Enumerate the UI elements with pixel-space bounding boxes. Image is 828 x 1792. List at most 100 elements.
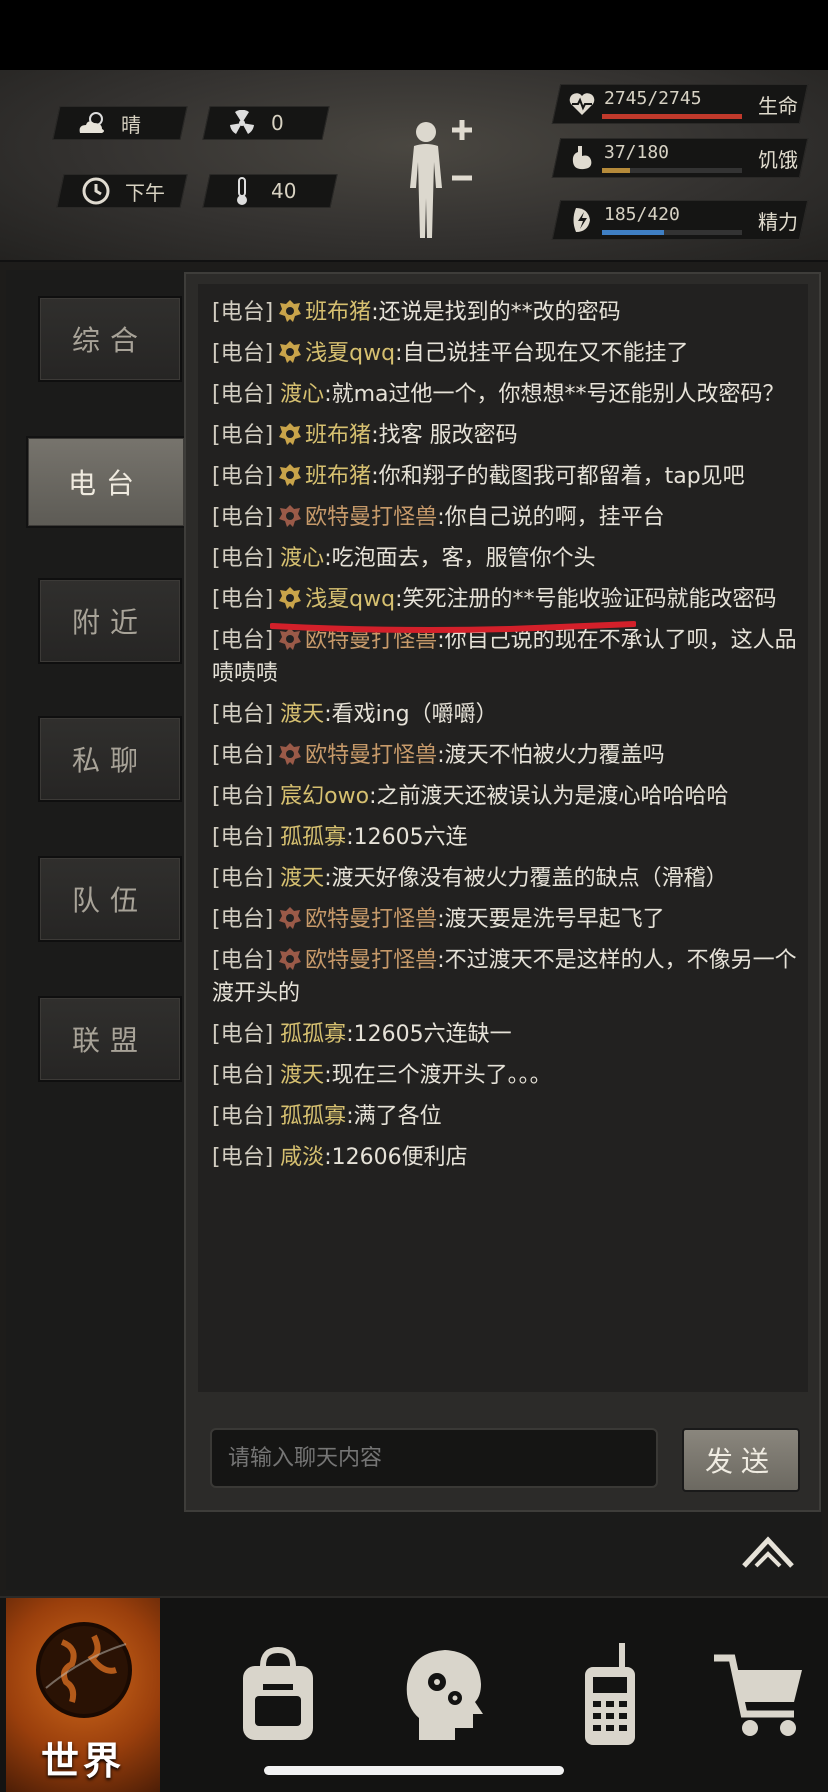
sender-name[interactable]: 咸淡 xyxy=(280,1145,324,1170)
tab-general[interactable]: 综合 xyxy=(38,296,182,382)
nav-backpack[interactable] xyxy=(198,1598,358,1792)
sender-name[interactable]: 孤孤寡 xyxy=(280,825,346,850)
sender-name[interactable]: 渡心 xyxy=(280,546,324,571)
energy-fill xyxy=(602,230,664,235)
chat-input-row xyxy=(210,1428,658,1488)
weather-chip: 晴 xyxy=(52,106,188,140)
backpack-icon xyxy=(233,1644,323,1748)
health-label: 生命 xyxy=(758,94,798,118)
chat-message: [电台] 班布猪:找客 服改密码 xyxy=(212,419,798,452)
sender-name[interactable]: 渡天 xyxy=(280,702,324,727)
nav-radio[interactable] xyxy=(530,1598,690,1792)
nav-shop[interactable] xyxy=(680,1598,828,1792)
channel-tag: [电台] xyxy=(212,743,274,768)
energy-bar: 185/420 精力 xyxy=(551,200,809,240)
skills-head-icon xyxy=(399,1644,489,1748)
gold-rank-badge-icon xyxy=(277,298,303,324)
energy-label: 精力 xyxy=(758,210,798,234)
gold-rank-badge-icon xyxy=(277,585,303,611)
bottom-nav: 世界 xyxy=(0,1596,828,1792)
weather-label: 晴 xyxy=(121,112,141,137)
cart-icon xyxy=(710,1644,810,1748)
message-text: :满了各位 xyxy=(346,1104,442,1129)
hunger-value: 37/180 xyxy=(604,142,670,163)
red-rank-badge-icon xyxy=(277,946,303,972)
energy-bolt-icon xyxy=(573,208,590,232)
message-text: :之前渡天还被误认为是渡心哈哈哈哈 xyxy=(369,784,729,809)
home-indicator[interactable] xyxy=(264,1766,564,1775)
channel-tag: [电台] xyxy=(212,948,274,973)
hunger-bar: 37/180 饥饿 xyxy=(551,138,809,178)
chat-message: [电台] 咸淡:12606便利店 xyxy=(212,1141,798,1174)
sender-name[interactable]: 渡天 xyxy=(280,1063,324,1088)
gold-rank-badge-icon xyxy=(277,462,303,488)
sender-name[interactable]: 浅夏qwq xyxy=(305,341,395,366)
message-text: :12605六连 xyxy=(346,825,468,850)
nav-world[interactable]: 世界 xyxy=(6,1598,160,1792)
red-rank-badge-icon xyxy=(277,905,303,931)
red-rank-badge-icon xyxy=(277,503,303,529)
chat-message: [电台] 渡心:就ma过他一个，你想想**号还能别人改密码？ xyxy=(212,378,798,411)
message-list[interactable]: [电台] 班布猪:还说是找到的**改的密码 [电台] 浅夏qwq:自己说挂平台现在又不… xyxy=(198,284,808,1392)
channel-tag: [电台] xyxy=(212,1022,274,1047)
sender-name[interactable]: 欧特曼打怪兽 xyxy=(305,948,437,973)
message-text: :笑死注册的**号能收验证码就能改密码 xyxy=(395,587,777,612)
message-text: :渡天好像没有被火力覆盖的缺点（滑稽） xyxy=(324,866,728,891)
sender-name[interactable]: 欧特曼打怪兽 xyxy=(305,907,437,932)
chat-message: [电台] 浅夏qwq:自己说挂平台现在又不能挂了 xyxy=(212,337,798,370)
red-underline-annotation xyxy=(270,621,636,633)
message-text: :渡天要是洗号早起飞了 xyxy=(437,907,665,932)
gold-rank-badge-icon xyxy=(277,339,303,365)
message-text: :吃泡面去，客，服管你个头 xyxy=(324,546,596,571)
collapse-up-icon[interactable] xyxy=(740,1534,796,1570)
chat-message: [电台] 渡心:吃泡面去，客，服管你个头 xyxy=(212,542,798,575)
message-text: :12605六连缺一 xyxy=(346,1022,512,1047)
globe-icon xyxy=(32,1618,136,1726)
hunger-fill xyxy=(602,168,630,173)
tab-nearby[interactable]: 附近 xyxy=(38,578,182,664)
sender-name[interactable]: 宸幻owo xyxy=(280,784,369,809)
channel-tag: [电台] xyxy=(212,1145,274,1170)
chat-message: [电台] 班布猪:你和翔子的截图我可都留着，tap见吧 xyxy=(212,460,798,493)
radiation-chip: 0 xyxy=(202,106,330,140)
message-text: :就ma过他一个，你想想**号还能别人改密码？ xyxy=(324,382,785,407)
sender-name[interactable]: 班布猪 xyxy=(305,464,371,489)
channel-tag: [电台] xyxy=(212,341,274,366)
radiation-value: 0 xyxy=(271,111,284,135)
temperature-value: 40 xyxy=(271,179,297,203)
chat-message: [电台] 欧特曼打怪兽:你自己说的啊，挂平台 xyxy=(212,501,798,534)
sender-name[interactable]: 渡天 xyxy=(280,866,324,891)
channel-tag: [电台] xyxy=(212,423,274,448)
message-text: :你自己说的啊，挂平台 xyxy=(437,505,665,530)
thermometer-icon xyxy=(225,176,259,206)
hud-panel: 晴 0 下午 40 2745/2745 生命 37/180 饥饿 185/420… xyxy=(0,70,828,262)
sender-name[interactable]: 渡心 xyxy=(280,382,324,407)
sender-name[interactable]: 班布猪 xyxy=(305,300,371,325)
send-button[interactable]: 发送 xyxy=(682,1428,800,1492)
sender-name[interactable]: 欧特曼打怪兽 xyxy=(305,743,437,768)
tab-alliance[interactable]: 联盟 xyxy=(38,996,182,1082)
body-status-icon[interactable] xyxy=(396,118,486,248)
tab-team[interactable]: 队伍 xyxy=(38,856,182,942)
health-fill xyxy=(602,114,742,119)
health-bar: 2745/2745 生命 xyxy=(551,84,809,124)
sender-name[interactable]: 孤孤寡 xyxy=(280,1022,346,1047)
time-chip: 下午 xyxy=(56,174,188,208)
nav-skills[interactable] xyxy=(364,1598,524,1792)
chat-box: [电台] 班布猪:还说是找到的**改的密码 [电台] 浅夏qwq:自己说挂平台现在又不… xyxy=(184,272,821,1512)
tab-radio[interactable]: 电台 xyxy=(26,436,186,528)
chat-input[interactable] xyxy=(210,1428,658,1488)
sender-name[interactable]: 浅夏qwq xyxy=(305,587,395,612)
tab-private[interactable]: 私聊 xyxy=(38,716,182,802)
sender-name[interactable]: 欧特曼打怪兽 xyxy=(305,505,437,530)
sender-name[interactable]: 孤孤寡 xyxy=(280,1104,346,1129)
message-text: :找客 服改密码 xyxy=(371,423,518,448)
cloud-sun-icon xyxy=(75,111,109,135)
message-text: :自己说挂平台现在又不能挂了 xyxy=(395,341,689,366)
status-bar xyxy=(0,0,828,70)
channel-tag: [电台] xyxy=(212,546,274,571)
chat-message: [电台] 孤孤寡:12605六连 xyxy=(212,821,798,854)
stomach-icon xyxy=(572,146,592,170)
chat-message: [电台] 欧特曼打怪兽:渡天不怕被火力覆盖吗 xyxy=(212,739,798,772)
sender-name[interactable]: 班布猪 xyxy=(305,423,371,448)
